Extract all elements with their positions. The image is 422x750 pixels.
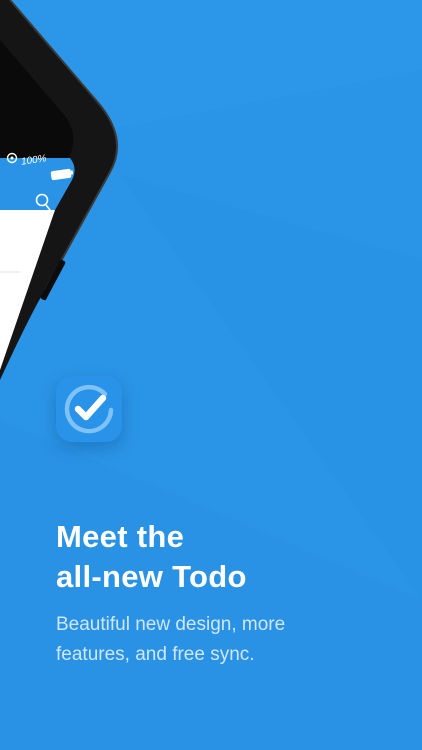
battery-icon [50, 168, 74, 181]
subtext: Beautiful new design, more features, and… [56, 610, 396, 670]
app-icon [56, 376, 122, 442]
check-circle-icon [64, 384, 114, 434]
subtext-line-1: Beautiful new design, more [56, 614, 286, 635]
headline-line-2: all-new Todo [56, 559, 247, 594]
subtext-line-2: features, and free sync. [56, 644, 255, 665]
search-icon[interactable] [35, 193, 51, 211]
orientation-lock-icon [6, 152, 18, 164]
headline: Meet the all-new Todo [56, 517, 396, 597]
promo-screen: 100% Meet the all-new Todo Beautiful new… [0, 0, 422, 750]
headline-line-1: Meet the [56, 519, 185, 554]
